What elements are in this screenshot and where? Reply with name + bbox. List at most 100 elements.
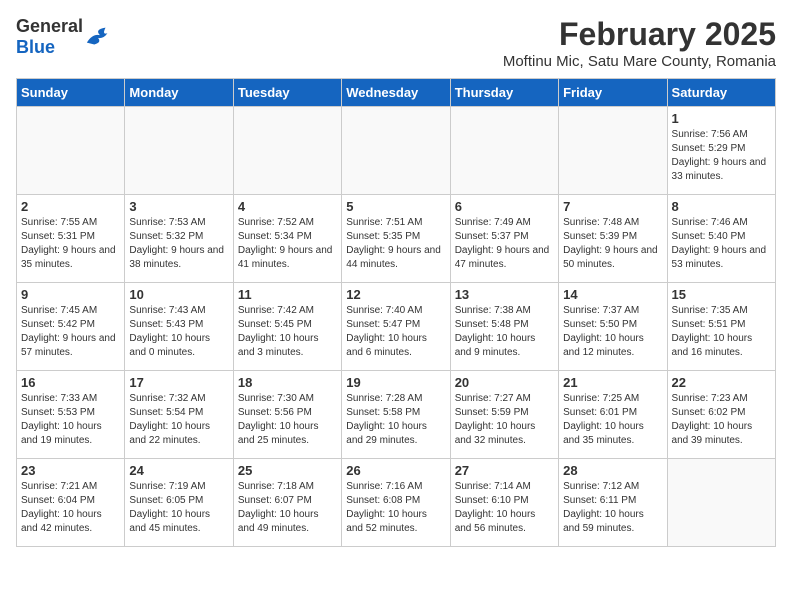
- day-info: Sunrise: 7:33 AMSunset: 5:53 PMDaylight:…: [21, 392, 120, 448]
- logo-text: General Blue: [16, 16, 83, 58]
- day-number: 14: [563, 287, 662, 302]
- day-number: 24: [129, 463, 228, 478]
- day-info: Sunrise: 7:52 AMSunset: 5:34 PMDaylight:…: [238, 216, 337, 272]
- calendar-cell: 16 Sunrise: 7:33 AMSunset: 5:53 PMDayligh…: [17, 371, 125, 459]
- day-info: Sunrise: 7:18 AMSunset: 6:07 PMDaylight:…: [238, 480, 337, 536]
- day-info: Sunrise: 7:32 AMSunset: 5:54 PMDaylight:…: [129, 392, 228, 448]
- calendar-cell: 28Sunrise: 7:12 AMSunset: 6:11 PMDayligh…: [559, 459, 667, 547]
- day-info: Sunrise: 7:51 AMSunset: 5:35 PMDaylight:…: [346, 216, 445, 272]
- calendar-cell: 2 Sunrise: 7:55 AMSunset: 5:31 PMDaylight…: [17, 195, 125, 283]
- day-number: 6: [455, 199, 554, 214]
- day-number: 22: [672, 375, 771, 390]
- calendar-cell: 8 Sunrise: 7:46 AMSunset: 5:40 PMDaylight…: [667, 195, 775, 283]
- calendar-cell: 7 Sunrise: 7:48 AMSunset: 5:39 PMDaylight…: [559, 195, 667, 283]
- day-info: Sunrise: 7:21 AMSunset: 6:04 PMDaylight:…: [21, 480, 120, 536]
- day-info: Sunrise: 7:16 AMSunset: 6:08 PMDaylight:…: [346, 480, 445, 536]
- day-info: Sunrise: 7:35 AMSunset: 5:51 PMDaylight:…: [672, 304, 771, 360]
- day-info: Sunrise: 7:40 AMSunset: 5:47 PMDaylight:…: [346, 304, 445, 360]
- calendar-cell: 24 Sunrise: 7:19 AMSunset: 6:05 PMDayligh…: [125, 459, 233, 547]
- day-info: Sunrise: 7:48 AMSunset: 5:39 PMDaylight:…: [563, 216, 662, 272]
- calendar-cell: 11Sunrise: 7:42 AMSunset: 5:45 PMDayligh…: [233, 283, 341, 371]
- day-info: Sunrise: 7:14 AMSunset: 6:10 PMDaylight:…: [455, 480, 554, 536]
- day-info: Sunrise: 7:28 AMSunset: 5:58 PMDaylight:…: [346, 392, 445, 448]
- calendar-week-1: 1 Sunrise: 7:56 AMSunset: 5:29 PMDaylight…: [17, 107, 776, 195]
- day-info: Sunrise: 7:56 AMSunset: 5:29 PMDaylight:…: [672, 128, 771, 184]
- day-info: Sunrise: 7:42 AMSunset: 5:45 PMDaylight:…: [238, 304, 337, 360]
- calendar-cell: 6 Sunrise: 7:49 AMSunset: 5:37 PMDaylight…: [450, 195, 558, 283]
- calendar-cell: 23 Sunrise: 7:21 AMSunset: 6:04 PMDayligh…: [17, 459, 125, 547]
- day-number: 26: [346, 463, 445, 478]
- calendar-cell: 14 Sunrise: 7:37 AMSunset: 5:50 PMDayligh…: [559, 283, 667, 371]
- logo-general: General: [16, 16, 83, 36]
- day-number: 10: [129, 287, 228, 302]
- calendar-cell: 17 Sunrise: 7:32 AMSunset: 5:54 PMDayligh…: [125, 371, 233, 459]
- calendar-cell: 25Sunrise: 7:18 AMSunset: 6:07 PMDayligh…: [233, 459, 341, 547]
- day-number: 28: [563, 463, 662, 478]
- header-day-wednesday: Wednesday: [342, 79, 450, 107]
- day-number: 9: [21, 287, 120, 302]
- calendar-header-row: SundayMondayTuesdayWednesdayThursdayFrid…: [17, 79, 776, 107]
- header-day-thursday: Thursday: [450, 79, 558, 107]
- day-info: Sunrise: 7:19 AMSunset: 6:05 PMDaylight:…: [129, 480, 228, 536]
- day-info: Sunrise: 7:38 AMSunset: 5:48 PMDaylight:…: [455, 304, 554, 360]
- calendar-cell: [233, 107, 341, 195]
- calendar-cell: 12 Sunrise: 7:40 AMSunset: 5:47 PMDayligh…: [342, 283, 450, 371]
- calendar-cell: 3Sunrise: 7:53 AMSunset: 5:32 PMDaylight…: [125, 195, 233, 283]
- calendar-week-4: 16 Sunrise: 7:33 AMSunset: 5:53 PMDayligh…: [17, 371, 776, 459]
- day-info: Sunrise: 7:37 AMSunset: 5:50 PMDaylight:…: [563, 304, 662, 360]
- day-info: Sunrise: 7:27 AMSunset: 5:59 PMDaylight:…: [455, 392, 554, 448]
- day-number: 17: [129, 375, 228, 390]
- calendar-table: SundayMondayTuesdayWednesdayThursdayFrid…: [16, 78, 776, 547]
- day-number: 7: [563, 199, 662, 214]
- title-area: February 2025 Moftinu Mic, Satu Mare Cou…: [503, 16, 776, 70]
- day-number: 20: [455, 375, 554, 390]
- day-info: Sunrise: 7:45 AMSunset: 5:42 PMDaylight:…: [21, 304, 120, 360]
- day-number: 5: [346, 199, 445, 214]
- calendar-cell: 13 Sunrise: 7:38 AMSunset: 5:48 PMDayligh…: [450, 283, 558, 371]
- calendar-cell: [342, 107, 450, 195]
- calendar-week-2: 2 Sunrise: 7:55 AMSunset: 5:31 PMDaylight…: [17, 195, 776, 283]
- day-number: 1: [672, 111, 771, 126]
- calendar-cell: 9 Sunrise: 7:45 AMSunset: 5:42 PMDaylight…: [17, 283, 125, 371]
- day-info: Sunrise: 7:49 AMSunset: 5:37 PMDaylight:…: [455, 216, 554, 272]
- calendar-cell: [125, 107, 233, 195]
- day-number: 15: [672, 287, 771, 302]
- day-number: 19: [346, 375, 445, 390]
- calendar-cell: 20 Sunrise: 7:27 AMSunset: 5:59 PMDayligh…: [450, 371, 558, 459]
- day-info: Sunrise: 7:46 AMSunset: 5:40 PMDaylight:…: [672, 216, 771, 272]
- calendar-cell: 10 Sunrise: 7:43 AMSunset: 5:43 PMDayligh…: [125, 283, 233, 371]
- header-day-friday: Friday: [559, 79, 667, 107]
- day-number: 8: [672, 199, 771, 214]
- day-number: 13: [455, 287, 554, 302]
- day-number: 2: [21, 199, 120, 214]
- calendar-subtitle: Moftinu Mic, Satu Mare County, Romania: [503, 53, 776, 70]
- day-number: 3: [129, 199, 228, 214]
- day-info: Sunrise: 7:23 AMSunset: 6:02 PMDaylight:…: [672, 392, 771, 448]
- day-info: Sunrise: 7:43 AMSunset: 5:43 PMDaylight:…: [129, 304, 228, 360]
- calendar-cell: [17, 107, 125, 195]
- calendar-cell: [559, 107, 667, 195]
- calendar-cell: 15 Sunrise: 7:35 AMSunset: 5:51 PMDayligh…: [667, 283, 775, 371]
- day-number: 4: [238, 199, 337, 214]
- calendar-week-3: 9 Sunrise: 7:45 AMSunset: 5:42 PMDaylight…: [17, 283, 776, 371]
- logo-bird-icon: [85, 25, 113, 49]
- day-number: 21: [563, 375, 662, 390]
- day-info: Sunrise: 7:55 AMSunset: 5:31 PMDaylight:…: [21, 216, 120, 272]
- day-number: 27: [455, 463, 554, 478]
- calendar-cell: [450, 107, 558, 195]
- calendar-cell: 1 Sunrise: 7:56 AMSunset: 5:29 PMDaylight…: [667, 107, 775, 195]
- calendar-cell: 21Sunrise: 7:25 AMSunset: 6:01 PMDayligh…: [559, 371, 667, 459]
- calendar-week-5: 23 Sunrise: 7:21 AMSunset: 6:04 PMDayligh…: [17, 459, 776, 547]
- day-number: 12: [346, 287, 445, 302]
- logo: General Blue: [16, 16, 113, 58]
- calendar-cell: 19 Sunrise: 7:28 AMSunset: 5:58 PMDayligh…: [342, 371, 450, 459]
- day-info: Sunrise: 7:30 AMSunset: 5:56 PMDaylight:…: [238, 392, 337, 448]
- calendar-cell: 4 Sunrise: 7:52 AMSunset: 5:34 PMDaylight…: [233, 195, 341, 283]
- logo-blue: Blue: [16, 37, 55, 57]
- calendar-title: February 2025: [503, 16, 776, 53]
- day-number: 23: [21, 463, 120, 478]
- header: General Blue February 2025 Moftinu Mic, …: [16, 16, 776, 70]
- calendar-cell: 22 Sunrise: 7:23 AMSunset: 6:02 PMDayligh…: [667, 371, 775, 459]
- header-day-monday: Monday: [125, 79, 233, 107]
- day-number: 16: [21, 375, 120, 390]
